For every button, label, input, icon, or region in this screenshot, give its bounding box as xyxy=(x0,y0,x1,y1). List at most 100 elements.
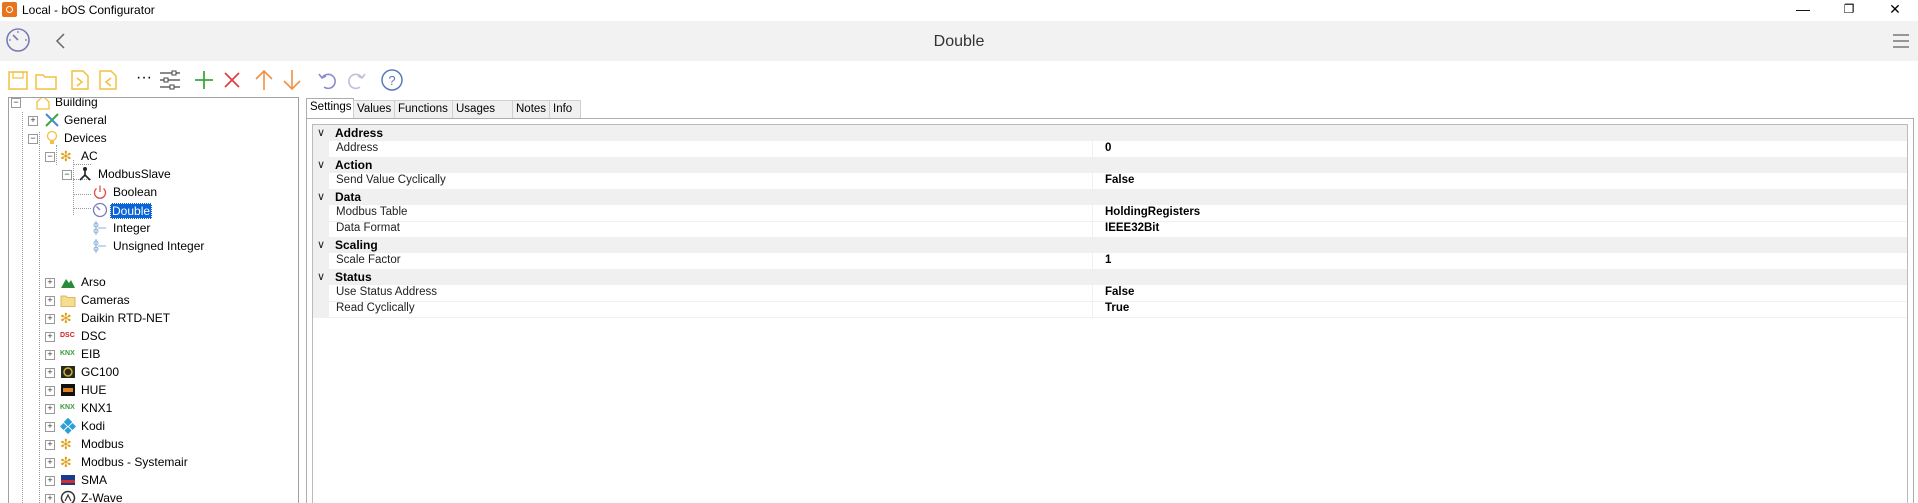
tree-node-integer[interactable]: Integer xyxy=(92,219,282,237)
tab-settings[interactable]: Settings xyxy=(306,98,354,120)
undo-icon[interactable] xyxy=(316,68,340,92)
tree-node-unsigned-integer[interactable]: Unsigned Integer xyxy=(92,237,282,255)
close-button[interactable]: ✕ xyxy=(1872,0,1918,21)
tree-node-modbusslave[interactable]: − ModbusSlave xyxy=(62,165,282,183)
category-action[interactable]: ∨ Action xyxy=(313,157,1907,173)
property-value[interactable]: False xyxy=(1105,286,1134,298)
tree-node-eib[interactable]: + KNX EIB xyxy=(45,345,285,363)
collapse-icon[interactable]: − xyxy=(28,134,38,144)
open-folder-icon[interactable] xyxy=(34,68,58,92)
property-row-use-status-address[interactable]: Use Status Address False xyxy=(313,285,1907,302)
category-data[interactable]: ∨ Data xyxy=(313,189,1907,205)
tree-node-building[interactable]: − Building xyxy=(11,97,291,111)
knx-logo-icon: KNX xyxy=(60,346,76,362)
category-scaling[interactable]: ∨ Scaling xyxy=(313,237,1907,253)
expand-icon[interactable]: + xyxy=(45,476,55,486)
tree-node-double[interactable]: Double xyxy=(92,201,282,219)
expand-icon[interactable]: + xyxy=(45,368,55,378)
expand-icon[interactable]: + xyxy=(45,278,55,288)
expand-icon[interactable]: + xyxy=(45,458,55,468)
tree-label: SMA xyxy=(80,473,108,487)
redo-icon[interactable] xyxy=(344,68,368,92)
collapse-icon[interactable]: − xyxy=(45,152,55,162)
restore-button[interactable]: ❐ xyxy=(1826,0,1872,21)
property-row-modbus-table[interactable]: Modbus Table HoldingRegisters xyxy=(313,205,1907,222)
property-row-data-format[interactable]: Data Format IEEE32Bit xyxy=(313,221,1907,238)
tree-node-gc100[interactable]: + GC100 xyxy=(45,363,285,381)
device-tree[interactable]: − Building + General − Devices − ✻ AC − xyxy=(8,97,299,503)
expand-icon[interactable]: + xyxy=(28,116,38,126)
tree-node-daikin[interactable]: + ✻ Daikin RTD-NET xyxy=(45,309,285,327)
tree-node-sma[interactable]: + SMA xyxy=(45,471,285,489)
expand-icon[interactable]: + xyxy=(45,314,55,324)
chevron-down-icon[interactable]: ∨ xyxy=(317,238,325,251)
property-value[interactable]: IEEE32Bit xyxy=(1105,222,1159,234)
tree-label: Building xyxy=(54,97,99,109)
properties-icon[interactable] xyxy=(158,68,182,92)
help-icon[interactable]: ? xyxy=(380,68,404,92)
more-icon[interactable]: ··· xyxy=(132,68,156,92)
tree-node-zwave[interactable]: + Z-Wave xyxy=(45,489,285,503)
tree-label: Kodi xyxy=(80,419,106,433)
property-name: Data Format xyxy=(336,222,400,234)
tab-usages[interactable]: Usages (0) xyxy=(452,100,513,119)
tree-node-modbus[interactable]: + ✻ Modbus xyxy=(45,435,285,453)
chevron-down-icon[interactable]: ∨ xyxy=(317,270,325,283)
tree-label: Boolean xyxy=(112,185,158,199)
collapse-icon[interactable]: − xyxy=(62,170,72,180)
tree-node-hue[interactable]: + HUE xyxy=(45,381,285,399)
property-value[interactable]: HoldingRegisters xyxy=(1105,206,1200,218)
property-value[interactable]: 1 xyxy=(1105,254,1111,266)
category-label: Status xyxy=(335,270,372,284)
property-row-scale-factor[interactable]: Scale Factor 1 xyxy=(313,253,1907,270)
collapse-icon[interactable]: − xyxy=(11,98,21,108)
save-icon[interactable] xyxy=(6,68,30,92)
tree-label: EIB xyxy=(80,347,101,361)
property-value[interactable]: 0 xyxy=(1105,142,1111,154)
category-status[interactable]: ∨ Status xyxy=(313,269,1907,285)
expand-icon[interactable]: + xyxy=(45,422,55,432)
expand-icon[interactable]: + xyxy=(45,386,55,396)
property-row-read-cyclically[interactable]: Read Cyclically True xyxy=(313,301,1907,318)
move-down-icon[interactable] xyxy=(280,68,304,92)
add-icon[interactable] xyxy=(192,68,216,92)
tab-values[interactable]: Values xyxy=(353,100,395,119)
chevron-down-icon[interactable]: ∨ xyxy=(317,126,325,139)
property-row-address[interactable]: Address 0 xyxy=(313,141,1907,158)
expand-icon[interactable]: + xyxy=(45,440,55,450)
chevron-down-icon[interactable]: ∨ xyxy=(317,190,325,203)
tree-node-ac[interactable]: − ✻ AC xyxy=(45,147,285,165)
expand-icon[interactable]: + xyxy=(45,350,55,360)
property-grid[interactable]: ∨ Address Address 0 ∨ Action Send Value … xyxy=(312,124,1908,503)
expand-icon[interactable]: + xyxy=(45,332,55,342)
tab-info[interactable]: Info xyxy=(549,100,581,119)
menu-icon[interactable] xyxy=(1892,32,1910,50)
tree-label: Double xyxy=(110,203,152,219)
delete-icon[interactable] xyxy=(220,68,244,92)
tree-label: HUE xyxy=(80,383,107,397)
property-value[interactable]: True xyxy=(1105,302,1129,314)
tree-node-devices[interactable]: − Devices xyxy=(28,129,288,147)
move-up-icon[interactable] xyxy=(252,68,276,92)
tree-node-kodi[interactable]: + Kodi xyxy=(45,417,285,435)
tree-node-dsc[interactable]: + DSC DSC xyxy=(45,327,285,345)
tree-node-general[interactable]: + General xyxy=(28,111,288,129)
tree-node-modbus-systemair[interactable]: + ✻ Modbus - Systemair xyxy=(45,453,285,471)
expand-icon[interactable]: + xyxy=(45,296,55,306)
tab-notes[interactable]: Notes xyxy=(512,100,550,119)
tree-node-arso[interactable]: + Arso xyxy=(45,273,285,291)
export-icon[interactable] xyxy=(68,68,92,92)
window-title: Local - bOS Configurator xyxy=(22,3,155,17)
category-address[interactable]: ∨ Address xyxy=(313,125,1907,141)
tree-node-cameras[interactable]: + Cameras xyxy=(45,291,285,309)
expand-icon[interactable]: + xyxy=(45,404,55,414)
chevron-down-icon[interactable]: ∨ xyxy=(317,158,325,171)
tab-functions[interactable]: Functions xyxy=(394,100,453,119)
minimize-button[interactable]: — xyxy=(1780,0,1826,21)
property-value[interactable]: False xyxy=(1105,174,1134,186)
category-label: Data xyxy=(335,190,361,204)
property-row-send-value-cyclically[interactable]: Send Value Cyclically False xyxy=(313,173,1907,190)
tree-node-knx1[interactable]: + KNX KNX1 xyxy=(45,399,285,417)
tree-node-boolean[interactable]: Boolean xyxy=(92,183,282,201)
import-icon[interactable] xyxy=(96,68,120,92)
